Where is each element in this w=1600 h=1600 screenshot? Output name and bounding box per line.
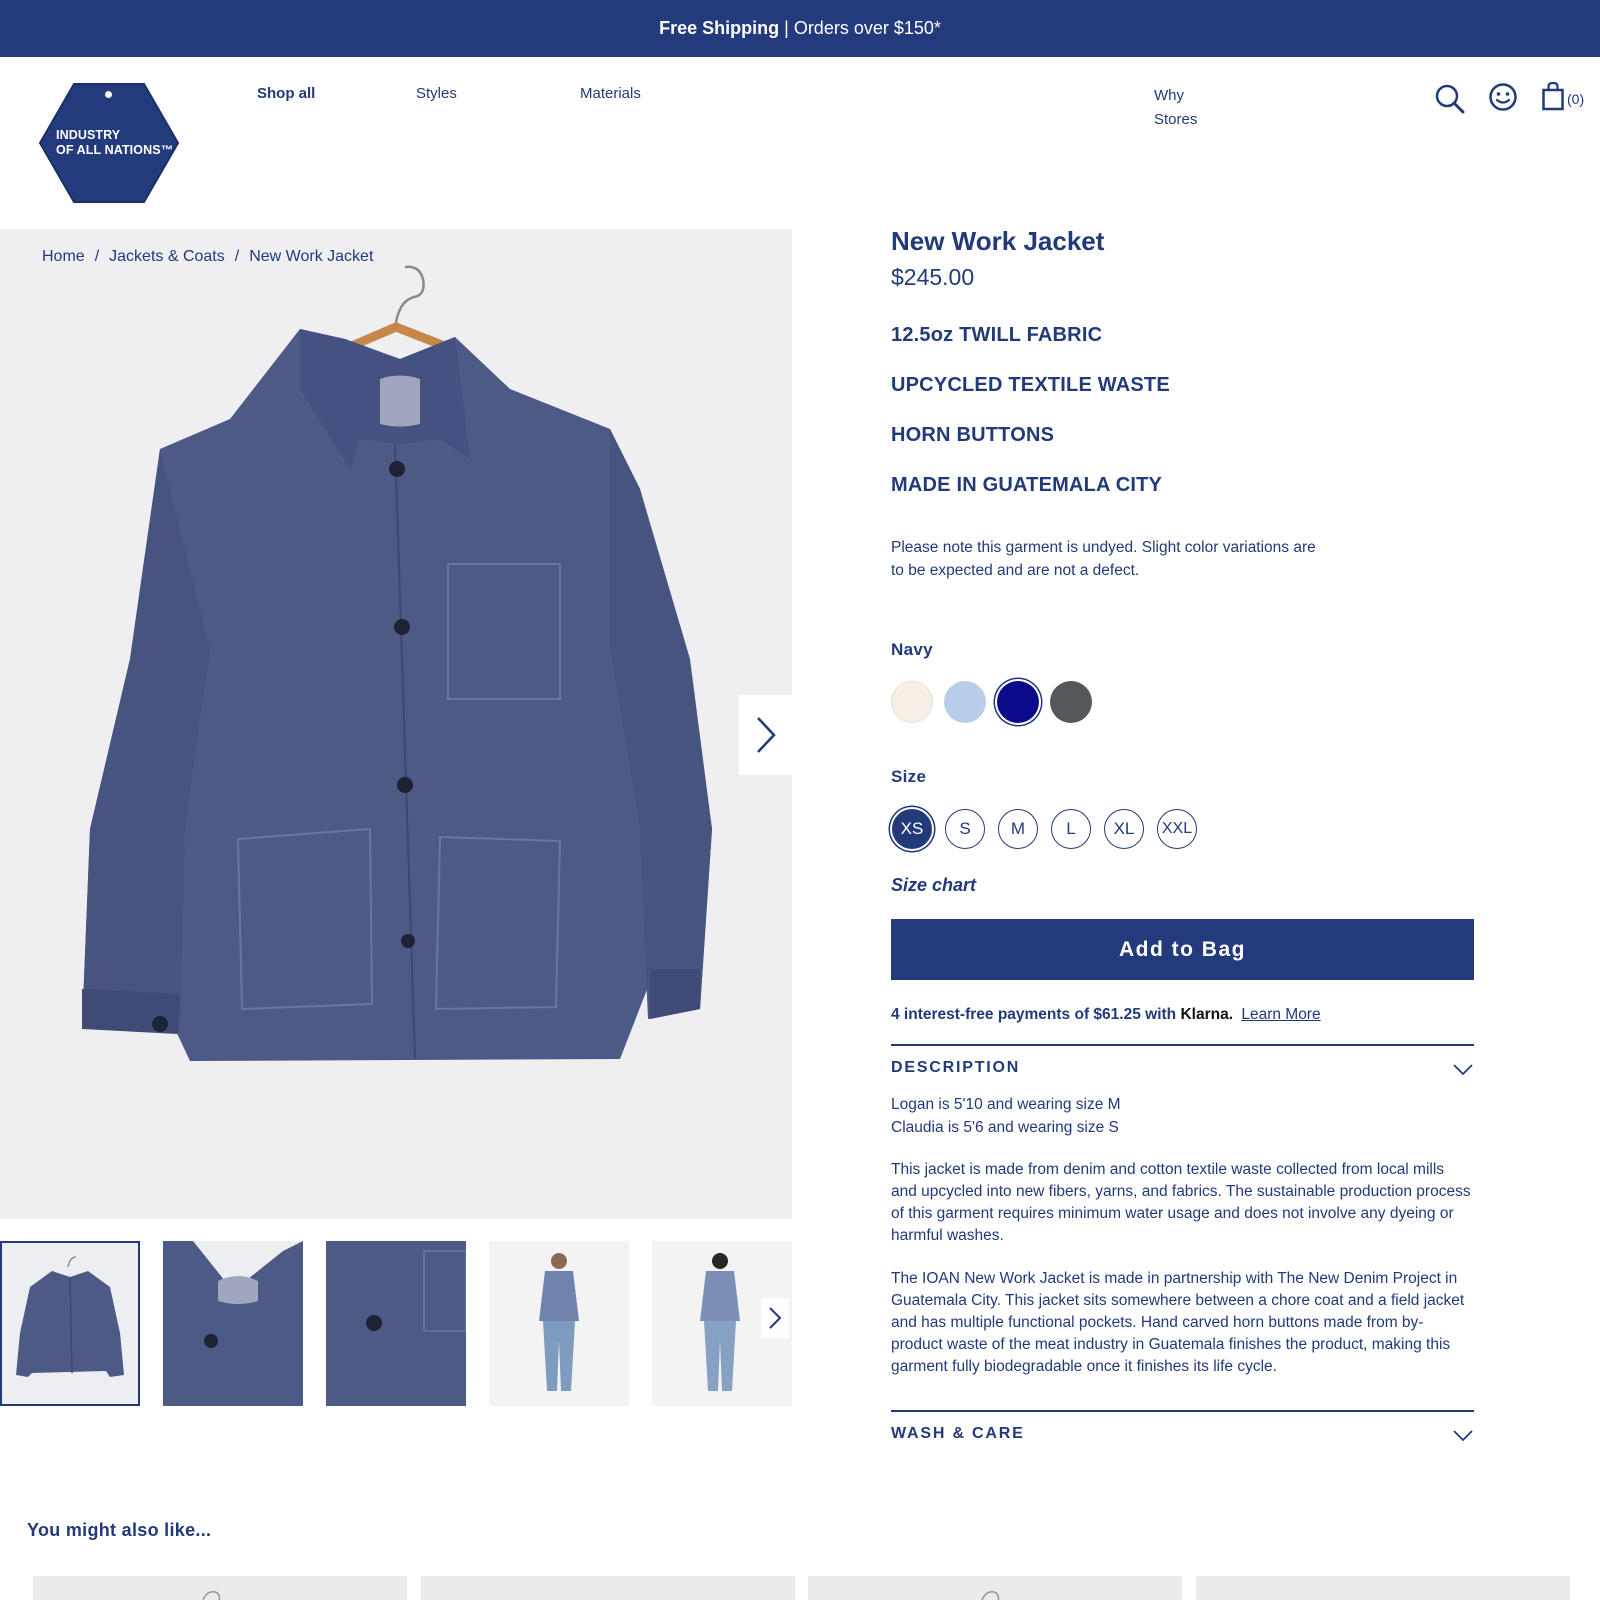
thumbnail-model-front: [539, 1253, 579, 1391]
recommendation-card[interactable]: [33, 1576, 407, 1600]
logo-text: INDUSTRY OF ALL NATIONS™: [56, 128, 173, 158]
thumbnail-3[interactable]: [326, 1241, 466, 1406]
model-info-line: Logan is 5'10 and wearing size M: [891, 1096, 1121, 1113]
chevron-right-icon: [769, 1307, 782, 1329]
klarna-text: 4 interest-free payments of $61.25 with: [891, 1006, 1177, 1023]
feature-item: UPCYCLED TEXTILE WASTE: [891, 374, 1170, 396]
hanger-icon: [202, 1591, 221, 1600]
description-paragraph: This jacket is made from denim and cotto…: [891, 1161, 1471, 1244]
product-main-image[interactable]: [0, 229, 792, 1219]
color-swatch-ecru[interactable]: [891, 681, 933, 723]
chevron-right-icon: [756, 717, 776, 753]
gallery-next-button[interactable]: [739, 695, 792, 775]
thumbnail-collar-detail: [163, 1241, 303, 1406]
breadcrumb-separator: /: [234, 248, 240, 265]
add-to-bag-button[interactable]: Add to Bag: [891, 919, 1474, 980]
feature-item: MADE IN GUATEMALA CITY: [891, 474, 1163, 496]
shopping-bag-icon[interactable]: [1541, 81, 1565, 116]
nav-materials[interactable]: Materials: [580, 85, 641, 102]
thumbnail-jacket-front: [16, 1256, 124, 1377]
divider: [891, 1410, 1474, 1412]
breadcrumb-category[interactable]: Jackets & Coats: [109, 248, 225, 266]
feature-item: 12.5oz TWILL FABRIC: [891, 324, 1103, 346]
recommendation-card[interactable]: [808, 1576, 1182, 1600]
chevron-down-icon: [1453, 1064, 1473, 1076]
model-info: Logan is 5'10 and wearing size M Claudia…: [891, 1093, 1121, 1139]
chevron-down-icon: [1453, 1430, 1473, 1442]
breadcrumb: Home / Jackets & Coats / New Work Jacket: [42, 248, 373, 266]
nav-secondary: Why Stores: [1154, 84, 1197, 132]
promo-text: Orders over $150*: [793, 18, 941, 38]
klarna-logo: Klarna.: [1180, 1006, 1234, 1023]
breadcrumb-current[interactable]: New Work Jacket: [249, 248, 373, 266]
hanger-icon: [1196, 1576, 1570, 1600]
jacket-illustration: [82, 265, 712, 1061]
garment-note: Please note this garment is undyed. Slig…: [891, 539, 1316, 579]
size-option-s[interactable]: S: [945, 809, 985, 849]
thumbnail-pocket-detail: [326, 1241, 466, 1406]
color-swatch-navy[interactable]: [997, 681, 1039, 723]
breadcrumb-home[interactable]: Home: [42, 248, 85, 266]
klarna-payments: 4 interest-free payments of $61.25 with …: [891, 1006, 1321, 1024]
klarna-learn-more-link[interactable]: Learn More: [1241, 1006, 1320, 1023]
wash-care-accordion-header[interactable]: WASH & CARE: [891, 1425, 1474, 1449]
size-option-xl[interactable]: XL: [1104, 809, 1144, 849]
size-option-l[interactable]: L: [1051, 809, 1091, 849]
nav-why[interactable]: Why: [1154, 84, 1197, 108]
model-info-line: Claudia is 5'6 and wearing size S: [891, 1119, 1119, 1136]
brand-logo[interactable]: INDUSTRY OF ALL NATIONS™: [38, 82, 180, 204]
hanger-icon: [421, 1576, 795, 1600]
nav-shop-all[interactable]: Shop all: [257, 85, 315, 102]
description-title: DESCRIPTION: [891, 1059, 1021, 1076]
nav-styles[interactable]: Styles: [416, 85, 457, 102]
promo-strong: Free Shipping: [659, 18, 780, 38]
product-price: $245.00: [891, 264, 975, 290]
thumbnail-4[interactable]: [489, 1241, 629, 1406]
divider: [891, 1044, 1474, 1046]
wash-care-title: WASH & CARE: [891, 1425, 1025, 1442]
size-option-xs[interactable]: XS: [892, 809, 932, 849]
thumbnail-2[interactable]: [163, 1241, 303, 1406]
size-chart-link[interactable]: Size chart: [891, 875, 976, 896]
size-option-xxl[interactable]: XXL: [1157, 809, 1197, 849]
breadcrumb-separator: /: [94, 248, 100, 265]
logo-dot: [105, 91, 112, 98]
color-swatch-light-blue[interactable]: [944, 681, 986, 723]
recommendations-title: You might also like...: [27, 1520, 212, 1540]
cart-count[interactable]: (0): [1567, 91, 1584, 107]
hanger-icon: [981, 1591, 1000, 1600]
description-accordion-header[interactable]: DESCRIPTION: [891, 1059, 1474, 1083]
logo-line1: INDUSTRY: [56, 128, 121, 142]
thumbnail-1[interactable]: [0, 1241, 140, 1406]
selected-color-label: Navy: [891, 640, 933, 659]
promo-separator: |: [784, 18, 789, 38]
logo-line2: OF ALL NATIONS™: [56, 143, 174, 157]
thumbnails-next-button[interactable]: [761, 1298, 789, 1338]
feature-item: HORN BUTTONS: [891, 424, 1055, 446]
nav-stores[interactable]: Stores: [1154, 108, 1197, 132]
recommendation-card[interactable]: [1196, 1576, 1570, 1600]
promo-bar: Free Shipping | Orders over $150*: [0, 0, 1600, 57]
search-icon[interactable]: [1434, 83, 1466, 120]
recommendation-card[interactable]: [421, 1576, 795, 1600]
color-swatch-charcoal[interactable]: [1050, 681, 1092, 723]
account-smiley-icon[interactable]: [1488, 82, 1518, 117]
description-paragraph: The IOAN New Work Jacket is made in part…: [891, 1270, 1465, 1375]
size-label: Size: [891, 767, 927, 786]
product-title: New Work Jacket: [891, 226, 1105, 256]
size-option-m[interactable]: M: [998, 809, 1038, 849]
